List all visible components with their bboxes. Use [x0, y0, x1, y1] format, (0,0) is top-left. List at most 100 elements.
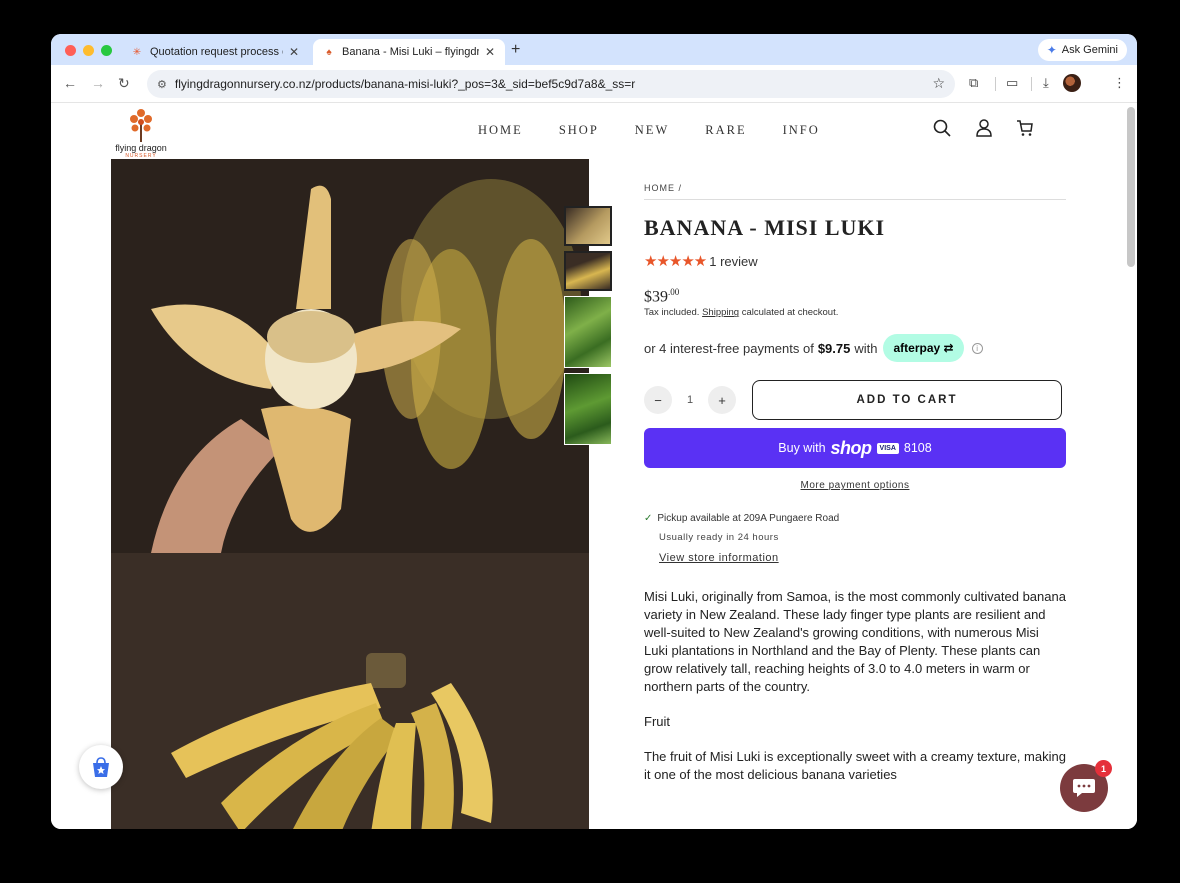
- product-description: Misi Luki, originally from Samoa, is the…: [644, 588, 1066, 784]
- price-main: $39: [644, 288, 668, 306]
- minimize-window-button[interactable]: [83, 45, 94, 56]
- peeled-banana-image: [111, 159, 589, 553]
- buy-with-label: Buy with: [778, 441, 826, 456]
- tab-quotation[interactable]: ✳ Quotation request process ou ✕: [121, 39, 309, 65]
- toolbar-divider: [995, 77, 996, 91]
- pickup-prefix: Pickup available at: [657, 513, 741, 525]
- close-window-button[interactable]: [65, 45, 76, 56]
- page-scrollbar[interactable]: [1127, 107, 1135, 267]
- tree-logo-icon: [130, 109, 152, 142]
- nav-shop[interactable]: SHOP: [559, 123, 599, 138]
- browser-toolbar: ← → ↻ ⚙ flyingdragonnursery.co.nz/produc…: [51, 65, 1137, 103]
- shop-pay-logo: shop: [830, 437, 873, 458]
- price-cents: .00: [668, 287, 680, 297]
- description-paragraph: The fruit of Misi Luki is exceptionally …: [644, 749, 1066, 783]
- url-text: flyingdragonnursery.co.nz/products/banan…: [174, 77, 636, 91]
- cart-icon[interactable]: [1016, 119, 1034, 137]
- description-paragraph: Misi Luki, originally from Samoa, is the…: [644, 589, 1066, 695]
- thumbnail-3[interactable]: [564, 296, 612, 368]
- zoom-window-button[interactable]: [101, 45, 112, 56]
- site-info-icon[interactable]: ⚙: [157, 78, 167, 91]
- view-store-information-link[interactable]: View store information: [659, 552, 1066, 564]
- tax-suffix: calculated at checkout.: [741, 307, 839, 319]
- extensions-icon[interactable]: ⧉: [969, 75, 978, 91]
- download-icon[interactable]: ⤓: [1043, 75, 1049, 91]
- shopping-bag-icon: [93, 757, 109, 777]
- product-main-image[interactable]: [111, 159, 589, 553]
- ask-gemini-button[interactable]: ✦ Ask Gemini: [1037, 39, 1127, 61]
- quantity-input[interactable]: 1: [672, 394, 708, 406]
- nav-rare[interactable]: RARE: [705, 123, 746, 138]
- visa-card-icon: VISA: [876, 442, 899, 454]
- info-icon[interactable]: i: [971, 342, 983, 354]
- thumbnail-2[interactable]: [564, 251, 612, 291]
- forward-arrow-icon[interactable]: →: [91, 75, 105, 91]
- nav-home[interactable]: HOME: [478, 123, 523, 138]
- checkmark-icon: ✓: [644, 513, 653, 525]
- breadcrumb[interactable]: HOME /: [644, 183, 1066, 200]
- new-tab-button[interactable]: +: [511, 41, 520, 59]
- product-info: HOME / BANANA - MISI LUKI ★★★★★ 1 review…: [644, 183, 1066, 801]
- ask-gemini-label: Ask Gemini: [1061, 44, 1118, 56]
- nav-new[interactable]: NEW: [635, 123, 669, 138]
- site-favicon-icon: ✳: [132, 46, 142, 58]
- reading-list-icon[interactable]: ▭: [1006, 75, 1018, 91]
- afterpay-arrows-icon: ⇄: [943, 341, 954, 356]
- rating-row[interactable]: ★★★★★ 1 review: [644, 252, 1066, 270]
- shipping-link[interactable]: Shipping: [702, 307, 739, 318]
- tab-strip: ✳ Quotation request process ou ✕ ♠ Banan…: [51, 34, 1137, 65]
- more-menu-icon[interactable]: ⋮: [1113, 75, 1126, 91]
- tab-banana[interactable]: ♠ Banana - Misi Luki – flyingdra ✕: [313, 39, 505, 65]
- address-bar[interactable]: ⚙ flyingdragonnursery.co.nz/products/ban…: [147, 70, 955, 98]
- reload-icon[interactable]: ↻: [118, 75, 130, 92]
- site-favicon-icon: ♠: [326, 46, 332, 58]
- browser-window: ✳ Quotation request process ou ✕ ♠ Banan…: [51, 34, 1137, 829]
- description-heading-fruit: Fruit: [644, 714, 670, 730]
- chat-bubble-icon: [1073, 779, 1095, 797]
- afterpay-row: or 4 interest-free payments of $9.75 wit…: [644, 334, 1066, 363]
- gemini-sparkle-icon: ✦: [1046, 43, 1057, 57]
- afterpay-logo-text: afterpay: [893, 341, 941, 356]
- quantity-decrease-button[interactable]: −: [644, 386, 672, 415]
- close-tab-icon[interactable]: ✕: [289, 45, 299, 59]
- shop-pay-button[interactable]: Buy with shop VISA 8108: [644, 428, 1066, 469]
- tax-prefix: Tax included.: [644, 307, 700, 319]
- product-title: BANANA - MISI LUKI: [644, 215, 886, 240]
- toolbar-divider: [1031, 77, 1032, 91]
- pickup-location: 209A Pungaere Road: [743, 513, 840, 525]
- close-tab-icon[interactable]: ✕: [485, 45, 495, 59]
- logo-text: flying dragon: [115, 143, 167, 153]
- tab-title: Banana - Misi Luki – flyingdra: [342, 46, 479, 58]
- tab-title: Quotation request process ou: [150, 46, 283, 58]
- back-arrow-icon[interactable]: ←: [63, 75, 77, 91]
- afterpay-badge[interactable]: afterpay ⇄: [883, 334, 964, 363]
- chat-unread-badge: 1: [1095, 760, 1112, 777]
- nav-info[interactable]: INFO: [783, 123, 820, 138]
- tax-note: Tax included. Shipping calculated at che…: [644, 307, 1066, 318]
- reviews-badge-button[interactable]: [79, 745, 123, 789]
- profile-avatar[interactable]: [1063, 74, 1081, 92]
- thumbnail-4[interactable]: [564, 373, 612, 445]
- more-payment-options-link[interactable]: More payment options: [644, 480, 1066, 491]
- card-last4: 8108: [903, 441, 932, 456]
- pickup-ready-time: Usually ready in 24 hours: [659, 532, 779, 544]
- product-second-image[interactable]: [111, 553, 589, 829]
- quantity-increase-button[interactable]: +: [708, 386, 736, 415]
- product-price: $39.00: [644, 287, 1066, 306]
- afterpay-prefix: or 4 interest-free payments of: [644, 340, 814, 356]
- afterpay-with: with: [854, 340, 878, 356]
- afterpay-amount: $9.75: [817, 340, 851, 356]
- pickup-availability: ✓ Pickup available at 209A Pungaere Road: [644, 513, 1066, 524]
- thumbnail-list: [564, 206, 612, 450]
- webpage: flying dragon NURSERY HOME SHOP NEW RARE…: [51, 103, 1137, 829]
- site-logo[interactable]: flying dragon NURSERY: [111, 108, 171, 159]
- rating-stars: ★★★★★: [644, 253, 707, 270]
- add-to-cart-button[interactable]: ADD TO CART: [752, 380, 1062, 421]
- account-icon[interactable]: [976, 119, 992, 137]
- search-icon[interactable]: [933, 119, 951, 137]
- review-count: 1 review: [709, 253, 758, 269]
- main-nav: HOME SHOP NEW RARE INFO: [478, 123, 820, 138]
- thumbnail-1[interactable]: [564, 206, 612, 246]
- window-controls: [65, 45, 112, 56]
- bookmark-star-icon[interactable]: ☆: [932, 75, 945, 92]
